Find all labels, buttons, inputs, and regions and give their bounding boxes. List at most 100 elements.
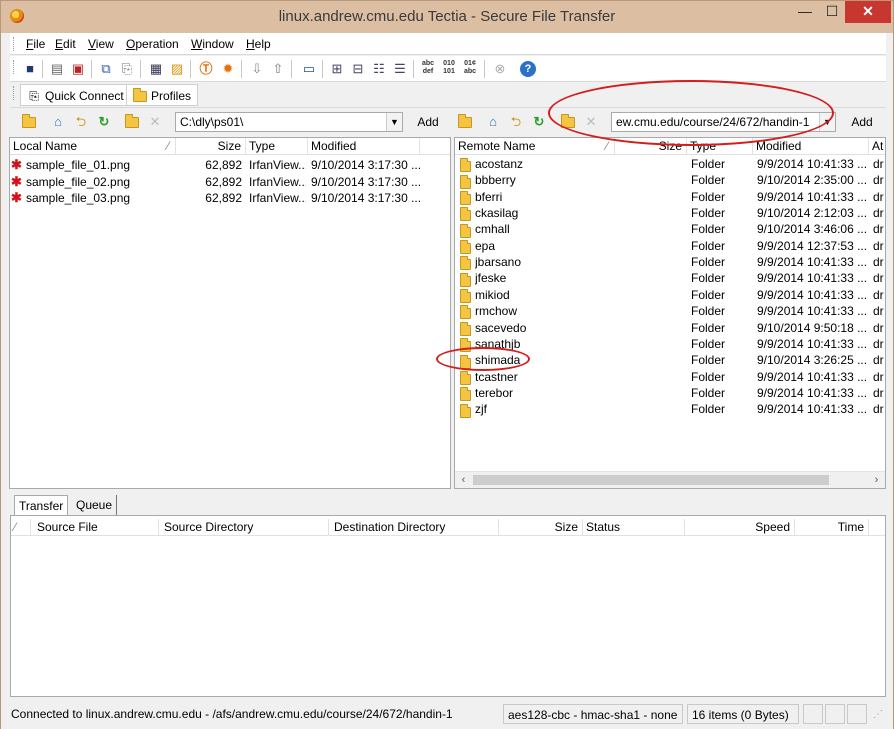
remote-folder-row[interactable]: zjf Folder 9/9/2014 10:41:33 ... dr — [455, 401, 885, 418]
col-local-type[interactable]: Type — [246, 138, 308, 155]
col-local-name[interactable]: Local Name ⁄ — [10, 138, 176, 155]
new-terminal-icon[interactable]: ▦ — [147, 60, 165, 78]
paste-icon[interactable]: ⎘ — [118, 60, 136, 78]
stop-icon[interactable]: ⊗ — [491, 60, 509, 78]
local-file-row[interactable]: ✱ sample_file_01.png 62,892 IrfanView... 9/1… — [10, 157, 450, 173]
remote-folder-row[interactable]: mikiod Folder 9/9/2014 10:41:33 ... dr — [455, 287, 885, 304]
remote-folder-row[interactable]: jfeske Folder 9/9/2014 10:41:33 ... dr — [455, 270, 885, 287]
toolbar-grip[interactable] — [13, 60, 16, 74]
menu-operation[interactable]: Operation — [126, 37, 179, 51]
col-remote-name[interactable]: Remote Name ⁄ — [455, 138, 615, 155]
remote-horizontal-scrollbar[interactable]: ‹ › — [455, 471, 885, 488]
remote-refresh-icon[interactable]: ↻ — [530, 113, 548, 131]
col-status[interactable]: Status — [583, 519, 685, 536]
menu-window[interactable]: Window — [191, 37, 234, 51]
menu-help[interactable]: Help — [246, 37, 271, 51]
scroll-thumb[interactable] — [473, 475, 829, 485]
scroll-left-icon[interactable]: ‹ — [455, 472, 472, 488]
col-size[interactable]: Size — [499, 519, 583, 536]
print-preview-icon[interactable]: ▣ — [69, 60, 87, 78]
remote-path-combo[interactable]: ew.cmu.edu/course/24/672/handin-1 ▼ — [611, 112, 836, 132]
minimize-button[interactable]: — — [791, 1, 819, 23]
remote-folder-row[interactable]: acostanz Folder 9/9/2014 10:41:33 ... dr — [455, 156, 885, 173]
sort-indicator-icon[interactable]: ⁄ — [11, 519, 31, 536]
col-speed[interactable]: Speed — [685, 519, 795, 536]
scroll-right-icon[interactable]: › — [868, 472, 885, 488]
remote-folder-row[interactable]: bferri Folder 9/9/2014 10:41:33 ... dr — [455, 189, 885, 206]
remote-folder-row[interactable]: terebor Folder 9/9/2014 10:41:33 ... dr — [455, 385, 885, 402]
profiles-button[interactable]: Profiles — [126, 84, 199, 106]
col-destination-directory[interactable]: Destination Directory — [329, 519, 499, 536]
remote-parent-folder-icon[interactable]: ⮌ — [507, 113, 525, 131]
local-delete-icon[interactable]: ✕ — [146, 113, 164, 131]
local-refresh-icon[interactable]: ↻ — [95, 113, 113, 131]
menu-view[interactable]: View — [88, 37, 114, 51]
col-local-extra[interactable] — [420, 138, 450, 155]
auto-mode-icon[interactable]: 01¢ abc — [461, 60, 479, 78]
col-remote-type[interactable]: Type — [687, 138, 753, 155]
menu-file[interactable]: File — [26, 37, 45, 51]
chevron-down-icon[interactable]: ▼ — [386, 113, 402, 131]
large-icons-icon[interactable]: ⊞ — [328, 60, 346, 78]
remote-folder-row[interactable]: shimada Folder 9/10/2014 3:26:25 ... dr — [455, 352, 885, 369]
local-folder-up-icon[interactable] — [20, 113, 38, 131]
local-home-icon[interactable]: ⌂ — [49, 113, 67, 131]
remote-folder-row[interactable]: sacevedo Folder 9/10/2014 9:50:18 ... dr — [455, 320, 885, 336]
col-remote-modified[interactable]: Modified — [753, 138, 869, 155]
details-icon[interactable]: ☰ — [391, 60, 409, 78]
col-remote-attr[interactable]: At — [869, 138, 885, 155]
col-remote-size[interactable]: Size — [615, 138, 687, 155]
local-file-list[interactable]: Local Name ⁄ Size Type Modified ✱ sample_… — [9, 137, 451, 489]
tectia-icon[interactable]: Ⓣ — [197, 60, 215, 78]
remote-folder-row[interactable]: rmchow Folder 9/9/2014 10:41:33 ... dr — [455, 303, 885, 320]
remote-delete-icon[interactable]: ✕ — [582, 113, 600, 131]
settings-icon[interactable]: ✹ — [219, 60, 237, 78]
remote-folder-row[interactable]: jbarsano Folder 9/9/2014 10:41:33 ... dr — [455, 254, 885, 271]
local-file-row[interactable]: ✱ sample_file_03.png 62,892 IrfanView... 9/1… — [10, 190, 450, 206]
quick-connect-button[interactable]: ⎘ Quick Connect — [20, 84, 131, 106]
menu-grip[interactable] — [13, 37, 16, 51]
upload-icon[interactable]: ⇧ — [269, 60, 287, 78]
local-file-row[interactable]: ✱ sample_file_02.png 62,892 IrfanView... 9/1… — [10, 174, 450, 190]
col-time[interactable]: Time — [795, 519, 869, 536]
new-transfer-icon[interactable]: ▨ — [168, 60, 186, 78]
close-button[interactable]: ✕ — [845, 1, 891, 23]
print-icon[interactable]: ▤ — [48, 60, 66, 78]
remote-folder-row[interactable]: epa Folder 9/9/2014 12:37:53 ... dr — [455, 238, 885, 255]
col-local-modified[interactable]: Modified — [308, 138, 420, 155]
local-new-folder-icon[interactable] — [123, 113, 141, 131]
chevron-down-icon[interactable]: ▼ — [819, 113, 835, 131]
transfer-list[interactable]: ⁄ Source File Source Directory Destinati… — [10, 515, 886, 697]
tab-queue[interactable]: Queue — [72, 495, 118, 515]
download-icon[interactable]: ⇩ — [248, 60, 266, 78]
local-path-combo[interactable]: C:\dly\ps01\ ▼ — [175, 112, 403, 132]
remote-file-list[interactable]: Remote Name ⁄ Size Type Modified At acos… — [454, 137, 886, 489]
remote-add-button[interactable]: Add — [846, 112, 878, 132]
remote-folder-row[interactable]: sanathjb Folder 9/9/2014 10:41:33 ... dr — [455, 336, 885, 353]
remote-new-folder-icon[interactable] — [559, 113, 577, 131]
col-local-size[interactable]: Size — [176, 138, 246, 155]
help-icon[interactable]: ? — [520, 61, 536, 77]
remote-folder-row[interactable]: tcastner Folder 9/9/2014 10:41:33 ... dr — [455, 369, 885, 385]
local-add-button[interactable]: Add — [413, 112, 443, 132]
maximize-button[interactable]: ☐ — [819, 1, 845, 23]
tab-transfer[interactable]: Transfer — [14, 495, 69, 515]
list-icon[interactable]: ☷ — [370, 60, 388, 78]
remote-folder-row[interactable]: ckasilag Folder 9/10/2014 2:12:03 ... dr — [455, 205, 885, 222]
resize-grip-icon[interactable]: ⋰ — [873, 709, 887, 723]
col-source-file[interactable]: Source File — [31, 519, 159, 536]
connection-bar-grip[interactable] — [13, 86, 16, 100]
remote-folder-row[interactable]: cmhall Folder 9/10/2014 3:46:06 ... dr — [455, 221, 885, 238]
col-source-directory[interactable]: Source Directory — [159, 519, 329, 536]
remote-folder-up-icon[interactable] — [456, 113, 474, 131]
copy-icon[interactable]: ⧉ — [97, 60, 115, 78]
local-parent-folder-icon[interactable]: ⮌ — [72, 113, 90, 131]
remote-folder-row[interactable]: bbberry Folder 9/10/2014 2:35:00 ... dr — [455, 172, 885, 189]
ascii-mode-icon[interactable]: abc def — [419, 60, 437, 78]
view-icon[interactable]: ▭ — [300, 60, 318, 78]
menu-edit[interactable]: Edit — [55, 37, 76, 51]
remote-home-icon[interactable]: ⌂ — [484, 113, 502, 131]
small-icons-icon[interactable]: ⊟ — [349, 60, 367, 78]
binary-mode-icon[interactable]: 010 101 — [440, 60, 458, 78]
save-icon[interactable]: ■ — [21, 60, 39, 78]
